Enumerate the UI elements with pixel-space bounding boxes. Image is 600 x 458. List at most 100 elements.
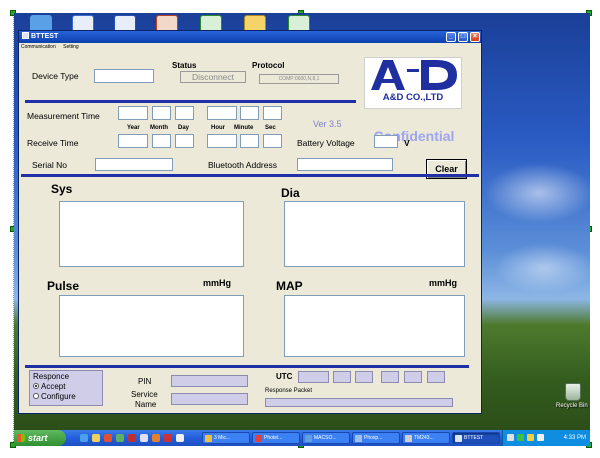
taskbar-button[interactable]: 3 Mic... (202, 432, 250, 444)
quicklaunch-icon[interactable] (92, 434, 100, 442)
system-tray: 4:33 PM (502, 430, 590, 446)
app-icon (22, 32, 29, 39)
radio-dot-icon (33, 383, 39, 389)
service-name-field[interactable] (171, 393, 248, 405)
clock[interactable]: 4:33 PM (564, 430, 586, 446)
maximize-button[interactable]: □ (458, 32, 468, 42)
task-label: BTTEST (464, 435, 484, 441)
measurement-year-field[interactable] (118, 106, 148, 120)
configure-radio[interactable]: Configure (33, 392, 76, 401)
quicklaunch-icon[interactable] (104, 434, 112, 442)
minimize-button[interactable]: _ (446, 32, 456, 42)
measurement-sec-field[interactable] (263, 106, 282, 120)
recycle-bin[interactable]: Recycle Bin (556, 383, 590, 409)
measurement-hour-field[interactable] (207, 106, 237, 120)
device-type-field[interactable] (94, 69, 154, 83)
sys-display (59, 201, 244, 267)
quicklaunch-icon[interactable] (152, 434, 160, 442)
battery-voltage-unit: V (404, 138, 410, 148)
menu-bar: Communication Setting (19, 43, 481, 52)
measurement-minute-field[interactable] (240, 106, 259, 120)
menu-communication[interactable]: Communication (21, 44, 56, 50)
status-label: Status (172, 61, 197, 70)
task-icon (405, 435, 412, 442)
taskbar-button[interactable]: MACSO... (302, 432, 350, 444)
receive-hour-field[interactable] (207, 134, 237, 148)
cloud (494, 243, 590, 293)
task-icon (205, 435, 212, 442)
measurement-month-field[interactable] (152, 106, 171, 120)
taskbar-button[interactable]: Phosp... (352, 432, 400, 444)
app-window: BTTEST _ □ × Communication Setting Devic… (18, 30, 482, 414)
utc-sec-field[interactable] (427, 371, 445, 383)
close-button[interactable]: × (470, 32, 480, 42)
serial-no-field[interactable] (95, 158, 173, 171)
quicklaunch-icon[interactable] (80, 434, 88, 442)
taskbar-button[interactable]: Photel... (252, 432, 300, 444)
taskbar: start 3 Mic... Photel... MACSO... Phosp.… (14, 430, 590, 446)
start-button[interactable]: start (14, 430, 66, 446)
header-separator (25, 100, 356, 103)
receive-minute-field[interactable] (240, 134, 259, 148)
window-title: BTTEST (31, 33, 59, 40)
task-label: Phosp... (364, 435, 383, 441)
taskbar-button[interactable]: TM243... (402, 432, 450, 444)
tray-icon[interactable] (537, 434, 544, 441)
task-icon (455, 435, 462, 442)
receive-day-field[interactable] (175, 134, 194, 148)
quicklaunch-icon[interactable] (164, 434, 172, 442)
tray-icon[interactable] (507, 434, 514, 441)
recycle-bin-label: Recycle Bin (556, 403, 588, 409)
start-label: start (28, 433, 48, 443)
receive-year-field[interactable] (118, 134, 148, 148)
tray-icon[interactable] (517, 434, 524, 441)
recycle-bin-icon (565, 383, 581, 401)
battery-voltage-field[interactable] (374, 135, 398, 148)
service-label: Service (131, 390, 158, 399)
main-panel: Device Type Status Disconnect Protocol C… (21, 52, 479, 413)
utc-month-field[interactable] (333, 371, 351, 383)
quicklaunch-icon[interactable] (140, 434, 148, 442)
hour-label: Hour (211, 125, 225, 131)
response-packet-label: Response Packet (265, 388, 313, 394)
version-label: Ver 3.5 (313, 119, 342, 129)
task-label: MACSO... (314, 435, 337, 441)
sec-label: Sec (265, 125, 276, 131)
quicklaunch-icon[interactable] (116, 434, 124, 442)
readings-separator (21, 174, 479, 177)
menu-setting[interactable]: Setting (63, 44, 79, 50)
receive-sec-field[interactable] (263, 134, 282, 148)
task-label: Photel... (264, 435, 283, 441)
title-bar[interactable]: BTTEST _ □ × (19, 31, 481, 43)
tray-icon[interactable] (527, 434, 534, 441)
receive-month-field[interactable] (152, 134, 171, 148)
taskbar-button-active[interactable]: BTTEST (452, 432, 500, 444)
quicklaunch-icon[interactable] (128, 434, 136, 442)
company-name: A&D CO.,LTD (382, 92, 444, 103)
configure-radio-label: Configure (41, 392, 76, 401)
bluetooth-address-field[interactable] (297, 158, 393, 171)
utc-hour-field[interactable] (381, 371, 399, 383)
minute-label: Minute (234, 125, 254, 131)
pulse-unit: mmHg (203, 278, 232, 288)
utc-day-field[interactable] (355, 371, 373, 383)
response-packet-field[interactable] (265, 398, 453, 407)
windows-flag-icon (17, 434, 25, 442)
accept-radio[interactable]: Accept (33, 382, 65, 391)
utc-year-field[interactable] (298, 371, 329, 383)
quicklaunch-icon[interactable] (176, 434, 184, 442)
day-label: Day (178, 125, 190, 131)
measurement-day-field[interactable] (175, 106, 194, 120)
map-label: MAP (276, 279, 303, 293)
bluetooth-address-label: Bluetooth Address (208, 160, 277, 170)
utc-minute-field[interactable] (404, 371, 422, 383)
accept-radio-label: Accept (41, 382, 66, 391)
task-icon (255, 435, 262, 442)
year-label: Year (127, 125, 140, 131)
task-icon (355, 435, 362, 442)
device-type-label: Device Type (32, 71, 79, 81)
map-unit: mmHg (429, 278, 458, 288)
map-display (284, 295, 465, 357)
pin-field[interactable] (171, 375, 248, 387)
response-group: Responce Accept Configure (29, 370, 103, 406)
